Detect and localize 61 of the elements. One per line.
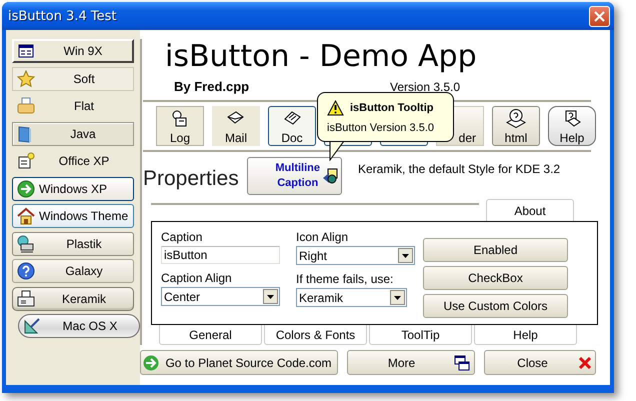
tab[interactable]: Help: [474, 325, 577, 345]
input-field[interactable]: isButton: [161, 246, 280, 264]
warning-icon: [327, 100, 344, 116]
close-button[interactable]: Close: [484, 350, 596, 375]
star-icon: [17, 70, 35, 88]
version-label: Version 3.5.0: [390, 80, 460, 94]
style-description: Keramik, the default Style for KDE 3.2: [358, 162, 560, 176]
window-icon: [18, 44, 34, 58]
option-button[interactable]: Enabled: [423, 238, 568, 262]
close-icon: [579, 356, 591, 368]
window-title: isButton 3.4 Test: [8, 8, 116, 24]
printer-icon: [17, 290, 35, 308]
house-icon: [17, 207, 35, 225]
globe-icon: [506, 109, 526, 128]
field-label: If theme fails, use:: [296, 271, 394, 288]
style-button[interactable]: Flat: [12, 94, 134, 118]
field-label: Caption Align: [161, 270, 233, 287]
ruler-icon: [23, 317, 41, 335]
option-button[interactable]: CheckBox: [423, 266, 568, 290]
style-button[interactable]: Windows XP: [12, 176, 134, 200]
app-title: isButton - Demo App: [165, 39, 478, 76]
toolbar-button[interactable]: html: [492, 106, 540, 146]
close-icon: [594, 10, 605, 22]
printer-icon: [17, 97, 35, 115]
tab[interactable]: ToolTip: [369, 325, 472, 345]
author-label: By Fred.cpp: [174, 79, 250, 94]
style-button[interactable]: Win 9X: [12, 39, 134, 63]
book-icon: [17, 124, 33, 142]
shapes-icon: [322, 168, 338, 184]
help-icon: [17, 262, 35, 280]
sample-button[interactable]: Multiline Caption: [247, 156, 342, 194]
dropdown[interactable]: Right: [296, 246, 415, 265]
dropdown[interactable]: Center: [161, 287, 280, 306]
arrow-icon: [143, 354, 159, 370]
computer-icon: [17, 234, 35, 252]
toolbar-button[interactable]: Help: [548, 106, 596, 146]
dropdown[interactable]: Keramik: [296, 288, 407, 307]
close-button[interactable]: [589, 6, 610, 26]
style-button[interactable]: Windows Theme: [12, 204, 134, 228]
tab[interactable]: About: [486, 199, 574, 221]
style-button[interactable]: Java: [12, 122, 134, 146]
field-label: Caption: [161, 229, 204, 246]
windows-icon: [454, 354, 470, 370]
toolbar-button[interactable]: Mail: [212, 106, 260, 146]
style-button[interactable]: Plastik: [12, 232, 134, 256]
style-button[interactable]: Soft: [12, 66, 134, 90]
tab[interactable]: General: [159, 325, 262, 345]
style-button[interactable]: Galaxy: [12, 259, 134, 283]
tooltip: isButton Tooltip isButton Version 3.5.0: [317, 92, 454, 142]
style-button[interactable]: Office XP: [12, 149, 134, 173]
toolbar-button[interactable]: Doc: [268, 106, 316, 146]
more-button[interactable]: More: [347, 350, 475, 375]
style-button[interactable]: Mac OS X: [18, 314, 140, 338]
note-icon: [17, 152, 35, 170]
style-button[interactable]: Keramik: [12, 286, 134, 310]
tab[interactable]: Colors & Fonts: [264, 325, 367, 345]
link-button[interactable]: Go to Planet Source Code.com: [140, 350, 338, 375]
toolbar-button[interactable]: Log: [156, 106, 204, 146]
option-button[interactable]: Use Custom Colors: [423, 294, 568, 318]
properties-heading: Properties: [143, 166, 240, 190]
field-label: Icon Align: [296, 229, 350, 246]
